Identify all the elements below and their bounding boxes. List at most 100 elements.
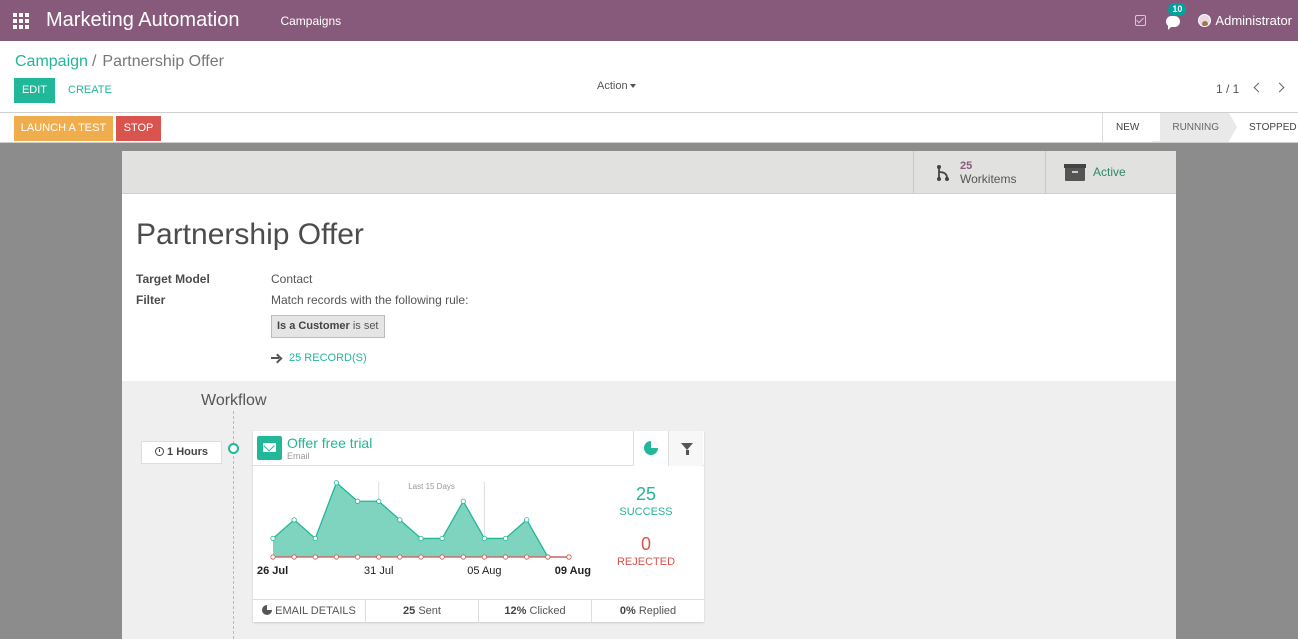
chevron-left-icon[interactable] bbox=[1253, 82, 1264, 93]
rejected-point bbox=[460, 554, 466, 560]
rejected-point bbox=[481, 554, 488, 560]
arrow-right-icon bbox=[271, 353, 281, 363]
x-tick-label: 26 Jul bbox=[257, 565, 288, 577]
rejected-point bbox=[502, 554, 509, 560]
workitems-button[interactable]: 25 Workitems bbox=[913, 151, 1045, 194]
rejected-point bbox=[439, 554, 445, 560]
stage-pipeline: NEW RUNNING STOPPED bbox=[1102, 113, 1298, 142]
form-statusbar: LAUNCH A TEST STOP NEW RUNNING STOPPED bbox=[0, 112, 1298, 143]
menu-campaigns[interactable]: Campaigns bbox=[280, 14, 341, 28]
stage-new[interactable]: NEW bbox=[1103, 113, 1152, 142]
records-link-label: 25 RECORD(S) bbox=[289, 352, 367, 364]
breadcrumb-campaign[interactable]: Campaign bbox=[15, 53, 88, 70]
breadcrumb: Campaign / Partnership Offer bbox=[15, 53, 224, 71]
timeline-node bbox=[228, 443, 239, 454]
records-link[interactable]: 25 RECORD(S) bbox=[271, 352, 367, 364]
clicked-value: 12% bbox=[504, 605, 527, 617]
active-toggle-button[interactable]: Active bbox=[1045, 151, 1176, 194]
chart-annotation: Last 15 Days bbox=[408, 482, 455, 491]
interval-label: 1 Hours bbox=[167, 446, 208, 458]
rejected-count: 0 bbox=[640, 534, 651, 554]
rejected-point bbox=[397, 554, 403, 560]
success-label: SUCCESS bbox=[619, 506, 673, 518]
interval-button[interactable]: 1 Hours bbox=[141, 441, 222, 464]
filter-icon bbox=[681, 443, 693, 455]
graph-tab[interactable] bbox=[633, 431, 668, 466]
rejected-point bbox=[418, 554, 424, 560]
pie-chart-icon bbox=[262, 605, 273, 615]
replied-value: 0% bbox=[619, 605, 636, 617]
success-point bbox=[502, 535, 509, 542]
activity-type: Email bbox=[287, 451, 310, 461]
email-details-button[interactable]: EMAIL DETAILS bbox=[253, 600, 365, 622]
activity-name[interactable]: Offer free trial bbox=[287, 435, 372, 451]
activity-chart: Last 15 Days 26 Jul 31 Jul 05 Aug 09 Aug bbox=[257, 480, 591, 577]
messages-badge: 10 bbox=[1168, 3, 1187, 16]
clock-icon bbox=[155, 447, 165, 456]
email-icon bbox=[257, 436, 282, 460]
clicked-label: Clicked bbox=[529, 605, 566, 617]
activities-icon[interactable] bbox=[1135, 15, 1147, 26]
success-point bbox=[333, 480, 340, 486]
rejected-label: REJECTED bbox=[616, 556, 676, 568]
target-model-label: Target Model bbox=[136, 272, 210, 286]
edit-button[interactable]: EDIT bbox=[14, 78, 55, 103]
rejected-point bbox=[524, 554, 530, 560]
success-count: 25 bbox=[635, 484, 657, 504]
success-point bbox=[524, 517, 530, 523]
sent-value: 25 bbox=[403, 605, 416, 617]
record-title: Partnership Offer bbox=[136, 218, 364, 251]
rejected-point bbox=[566, 554, 572, 560]
success-point bbox=[312, 535, 318, 542]
chevron-right-icon[interactable] bbox=[1274, 82, 1285, 93]
activity-card: Offer free trial Email Last 15 Days 26 Ju… bbox=[253, 431, 704, 622]
messages-button[interactable]: 10 bbox=[1166, 3, 1187, 30]
workflow-section: Workflow 1 Hours Offer free trial Email … bbox=[122, 381, 1176, 639]
avatar bbox=[1198, 14, 1212, 27]
success-point bbox=[397, 517, 403, 523]
stop-button[interactable]: STOP bbox=[116, 116, 161, 141]
rejected-point bbox=[354, 554, 361, 560]
form-sheet: 25 Workitems Active Partnership Offer Ta… bbox=[122, 151, 1176, 639]
rejected-point bbox=[312, 554, 318, 560]
rejected-point bbox=[333, 554, 340, 560]
rejected-point bbox=[376, 554, 382, 560]
clicked-stat: 12% Clicked bbox=[478, 600, 591, 622]
target-model-value: Contact bbox=[271, 272, 313, 286]
success-point bbox=[481, 535, 488, 542]
rejected-point bbox=[291, 554, 297, 560]
pager-value: 1 / 1 bbox=[1216, 82, 1240, 96]
action-label: Action bbox=[597, 80, 628, 92]
workitems-count: 25 bbox=[960, 160, 973, 172]
top-navbar: Marketing Automation Campaigns 10 Admini… bbox=[0, 0, 1298, 41]
x-tick-label: 09 Aug bbox=[555, 565, 591, 577]
activity-footer: EMAIL DETAILS 25 Sent 12% Clicked 0% Rep… bbox=[253, 599, 704, 622]
chat-icon bbox=[1166, 16, 1181, 30]
success-point bbox=[376, 498, 382, 504]
stage-stopped[interactable]: STOPPED bbox=[1229, 113, 1298, 142]
user-menu[interactable]: Administrator bbox=[1198, 13, 1292, 28]
success-point bbox=[418, 535, 424, 542]
breadcrumb-separator: / bbox=[91, 53, 97, 70]
launch-test-button[interactable]: LAUNCH A TEST bbox=[14, 116, 113, 141]
apps-menu-icon[interactable] bbox=[13, 12, 29, 29]
domain-operator: is set bbox=[352, 320, 379, 332]
button-box: 25 Workitems Active bbox=[122, 151, 1176, 194]
workflow-title: Workflow bbox=[201, 392, 267, 409]
domain-rule-chip: Is a Customer is set bbox=[271, 315, 385, 338]
email-details-label: EMAIL DETAILS bbox=[275, 605, 356, 617]
active-label: Active bbox=[1093, 165, 1126, 179]
systray: 10 Administrator bbox=[1135, 0, 1292, 41]
stage-running[interactable]: RUNNING bbox=[1152, 113, 1237, 142]
success-point bbox=[291, 517, 297, 523]
action-dropdown[interactable]: Action bbox=[597, 80, 636, 92]
rejected-point bbox=[545, 554, 551, 560]
domain-field: Is a Customer bbox=[277, 320, 350, 332]
filter-tab[interactable] bbox=[668, 431, 703, 466]
workitems-label: Workitems bbox=[960, 172, 1017, 186]
create-button[interactable]: CREATE bbox=[68, 78, 112, 103]
filter-value: Match records with the following rule: bbox=[271, 293, 469, 307]
user-name: Administrator bbox=[1215, 13, 1292, 28]
x-tick-label: 31 Jul bbox=[364, 565, 393, 577]
sent-label: Sent bbox=[418, 605, 441, 617]
